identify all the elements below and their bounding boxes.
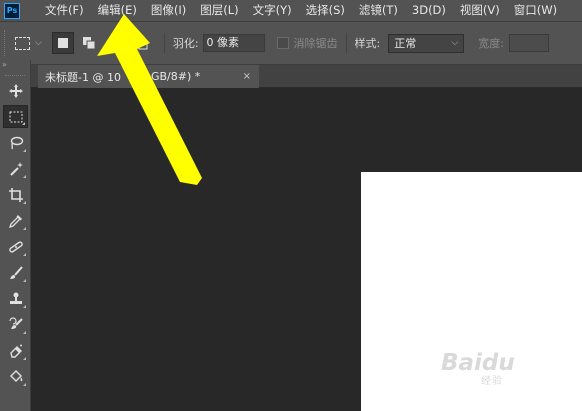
crop-icon <box>8 187 23 202</box>
history-brush-tool[interactable] <box>3 313 28 336</box>
new-selection-button[interactable] <box>51 32 74 54</box>
tool-flyout-indicator <box>23 149 26 152</box>
tool-flyout-indicator <box>23 175 26 178</box>
crop-tool[interactable] <box>3 183 28 206</box>
chevron-down-icon: ⌵ <box>451 38 459 48</box>
paint-bucket-icon <box>9 369 22 382</box>
healing-brush-icon <box>8 240 23 253</box>
menu-image[interactable]: 图像(I) <box>144 0 193 21</box>
new-selection-icon <box>57 38 68 48</box>
eyedropper-tool[interactable] <box>3 209 28 232</box>
paint-bucket-tool[interactable] <box>3 365 28 388</box>
magic-wand-icon <box>9 161 23 176</box>
rect-marquee-icon <box>15 36 30 50</box>
brush-icon <box>9 265 23 279</box>
eraser-icon <box>9 344 22 358</box>
tools-panel: » <box>0 60 31 411</box>
collapse-panel-icon[interactable]: » <box>0 60 30 70</box>
tool-flyout-indicator <box>22 122 25 125</box>
menu-select[interactable]: 选择(S) <box>299 0 352 21</box>
tool-flyout-indicator <box>23 331 26 334</box>
separator <box>345 33 347 53</box>
intersect-selection-button[interactable] <box>130 32 152 54</box>
menu-items: 文件(F) 编辑(E) 图像(I) 图层(L) 文字(Y) 选择(S) 滤镜(T… <box>38 0 564 21</box>
menu-layer[interactable]: 图层(L) <box>193 0 245 21</box>
baidu-watermark: Baidu 经验 <box>441 350 581 405</box>
menu-view[interactable]: 视图(V) <box>453 0 507 21</box>
subtract-selection-icon <box>108 37 122 50</box>
document-tab[interactable]: 未标题-1 @ 10 GB/8#) * × <box>38 65 259 88</box>
menu-file[interactable]: 文件(F) <box>38 0 91 21</box>
eyedropper-icon <box>8 214 22 228</box>
menu-filter[interactable]: 滤镜(T) <box>352 0 405 21</box>
feather-label: 羽化: <box>172 37 199 50</box>
chevron-down-icon: ⌵ <box>35 38 42 48</box>
width-input[interactable] <box>508 34 549 52</box>
style-select-value: 正常 <box>394 37 417 50</box>
menu-bar: Ps 文件(F) 编辑(E) 图像(I) 图层(L) 文字(Y) 选择(S) 滤… <box>0 0 582 21</box>
tool-flyout-indicator <box>23 279 26 282</box>
document-tab-title-suffix: GB/8#) * <box>150 70 201 83</box>
feather-input[interactable]: 0 像素 <box>202 34 265 52</box>
menu-3d[interactable]: 3D(D) <box>405 0 453 21</box>
move-icon <box>8 83 23 98</box>
document-tab-title: 未标题-1 @ 10 <box>45 70 121 84</box>
magic-wand-tool[interactable] <box>3 157 28 180</box>
add-selection-button[interactable] <box>78 32 100 54</box>
eraser-tool[interactable] <box>3 339 28 362</box>
lasso-tool[interactable] <box>3 131 28 154</box>
add-selection-icon <box>82 37 96 50</box>
style-select[interactable]: 正常 ⌵ <box>388 33 465 53</box>
style-label: 样式: <box>354 37 381 50</box>
options-grip[interactable] <box>4 30 9 56</box>
separator <box>163 33 165 53</box>
options-bar: ⌵ 羽化: 0 像素 消除锯齿 样式: 正常 ⌵ 宽度: <box>0 21 582 65</box>
tool-flyout-indicator <box>23 357 26 360</box>
antialias-checkbox[interactable] <box>276 37 289 49</box>
watermark-sub: 经验 <box>481 376 503 387</box>
subtract-selection-button[interactable] <box>104 32 126 54</box>
tool-flyout-indicator <box>23 201 26 204</box>
photoshop-logo-icon[interactable]: Ps <box>4 2 20 19</box>
tool-flyout-indicator <box>23 227 26 230</box>
menu-edit[interactable]: 编辑(E) <box>91 0 144 21</box>
brush-tool[interactable] <box>3 261 28 284</box>
history-brush-icon <box>8 316 23 329</box>
lasso-icon <box>10 136 23 149</box>
antialias-label: 消除锯齿 <box>293 37 338 50</box>
intersect-selection-icon <box>134 36 148 50</box>
tools-grip[interactable] <box>5 70 25 76</box>
document-tab-bar: 未标题-1 @ 10 GB/8#) * × <box>31 65 582 88</box>
menu-type[interactable]: 文字(Y) <box>246 0 299 21</box>
clone-stamp-tool[interactable] <box>3 287 28 310</box>
tool-flyout-indicator <box>23 383 26 386</box>
menu-window[interactable]: 窗口(W) <box>507 0 564 21</box>
tool-flyout-indicator <box>23 305 26 308</box>
rect-marquee-tool[interactable] <box>3 105 28 128</box>
healing-brush-tool[interactable] <box>3 235 28 258</box>
tool-flyout-indicator <box>23 253 26 256</box>
close-icon[interactable]: × <box>243 71 251 82</box>
clone-stamp-icon <box>9 292 22 304</box>
width-label: 宽度: <box>478 37 504 50</box>
move-tool[interactable] <box>3 79 28 102</box>
tool-preset-picker[interactable]: ⌵ <box>15 36 42 50</box>
